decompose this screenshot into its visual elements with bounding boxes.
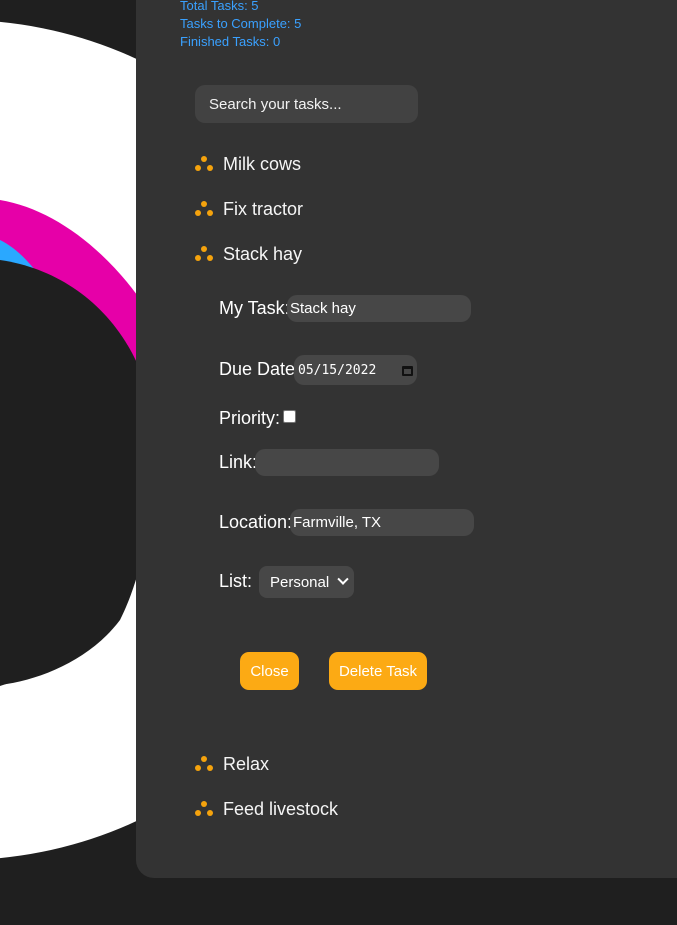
calendar-icon[interactable] [402,364,413,376]
chevron-down-icon [337,573,349,585]
due-date-value: 05/15/2022 [298,362,377,378]
task-label: Milk cows [223,153,302,174]
task-dots-icon [193,753,217,775]
task-item-milk-cows[interactable]: Milk cows [193,152,301,176]
delete-task-button[interactable]: Delete Task [329,652,427,690]
my-task-input[interactable] [287,295,471,322]
list-select-value: Personal [270,573,330,591]
search-input[interactable] [195,85,418,123]
link-input[interactable] [255,449,439,476]
task-stats: Total Tasks: 5 Tasks to Complete: 5 Fini… [180,0,301,51]
total-tasks-stat: Total Tasks: 5 [180,0,259,13]
task-label: Stack hay [223,243,303,264]
task-item-relax[interactable]: Relax [193,752,269,776]
task-dots-icon [193,153,217,175]
location-input[interactable] [290,509,474,536]
tasks-to-complete-stat: Tasks to Complete: 5 [180,16,302,31]
task-dots-icon [193,798,217,820]
task-label: Fix tractor [223,198,304,219]
due-date-label: Due Date: [219,359,301,379]
list-select[interactable]: Personal [259,566,354,598]
list-label: List: [219,571,253,591]
task-dots-icon [193,198,217,220]
location-label: Location: [219,512,293,532]
task-item-feed-livestock[interactable]: Feed livestock [193,797,338,821]
task-item-fix-tractor[interactable]: Fix tractor [193,197,303,221]
task-dots-icon [193,243,217,265]
priority-checkbox[interactable] [283,410,296,423]
link-label: Link: [219,452,258,472]
my-task-label: My Task: [219,298,290,318]
finished-tasks-stat: Finished Tasks: 0 [180,34,281,49]
task-panel [136,0,677,878]
task-item-stack-hay[interactable]: Stack hay [193,242,302,266]
due-date-input[interactable]: 05/15/2022 [294,355,417,385]
close-button[interactable]: Close [240,652,299,690]
task-label: Feed livestock [223,798,339,819]
priority-label: Priority: [219,408,281,428]
task-label: Relax [223,753,270,774]
